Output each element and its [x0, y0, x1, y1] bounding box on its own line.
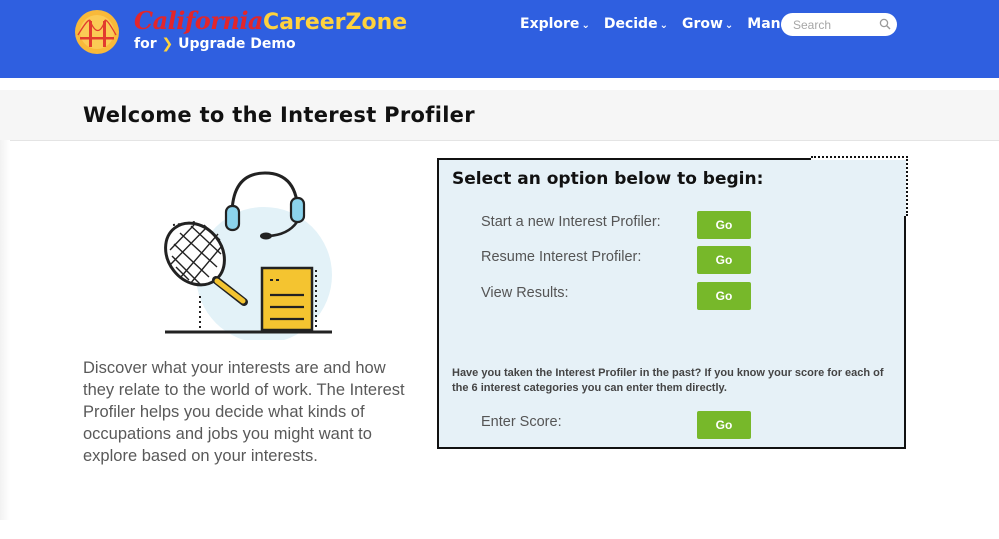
nav-decide[interactable]: Decide ⌄	[604, 16, 668, 32]
brand-wordmark[interactable]: CaliforniaCareerZone	[134, 6, 407, 35]
nav-grow[interactable]: Grow ⌄	[682, 16, 733, 32]
interest-illustration	[164, 171, 332, 340]
search-icon[interactable]	[879, 18, 891, 30]
panel-heading: Select an option below to begin:	[452, 169, 764, 189]
nav-grow-label: Grow	[681, 16, 723, 32]
nav-decide-label: Decide	[603, 16, 658, 32]
nav-explore[interactable]: Explore ⌄	[520, 16, 590, 32]
top-header: CaliforniaCareerZone for ❯ Upgrade Demo …	[0, 0, 999, 78]
start-new-label: Start a new Interest Profiler:	[481, 214, 661, 230]
start-new-go-button[interactable]: Go	[697, 211, 751, 239]
brand-name-text: CareerZone	[262, 10, 408, 35]
document-icon	[260, 266, 314, 332]
brand-org-text: Upgrade Demo	[178, 36, 296, 52]
enter-score-label: Enter Score:	[481, 414, 562, 430]
past-profiler-note: Have you taken the Interest Profiler in …	[452, 367, 884, 394]
chevron-down-icon: ⌄	[724, 20, 734, 31]
nav-explore-label: Explore	[520, 16, 580, 32]
panel-corner-fill	[811, 160, 906, 216]
resume-go-button[interactable]: Go	[697, 246, 751, 274]
main-nav: Explore⌄ Decide⌄ Grow⌄ Manage⌄	[520, 16, 820, 32]
enter-score-go-button[interactable]: Go	[697, 411, 751, 439]
view-results-label: View Results:	[481, 285, 569, 301]
intro-text: Discover what your interests are and how…	[83, 359, 405, 465]
page-title: Welcome to the Interest Profiler	[83, 103, 475, 127]
chevron-right-icon: ❯	[161, 36, 174, 52]
search-input[interactable]	[793, 13, 873, 36]
brand-subtitle: for ❯ Upgrade Demo	[134, 36, 296, 52]
chevron-down-icon: ⌄	[659, 20, 668, 31]
resume-label: Resume Interest Profiler:	[481, 249, 642, 265]
chevron-down-icon: ⌄	[581, 20, 590, 31]
brand-script-text: California	[134, 6, 263, 35]
view-results-go-button[interactable]: Go	[697, 282, 751, 310]
golden-gate-bridge-logo-icon[interactable]	[74, 9, 120, 55]
brand-for-text: for	[134, 36, 157, 52]
left-edge-shade	[0, 140, 10, 520]
search-box[interactable]	[781, 13, 897, 36]
